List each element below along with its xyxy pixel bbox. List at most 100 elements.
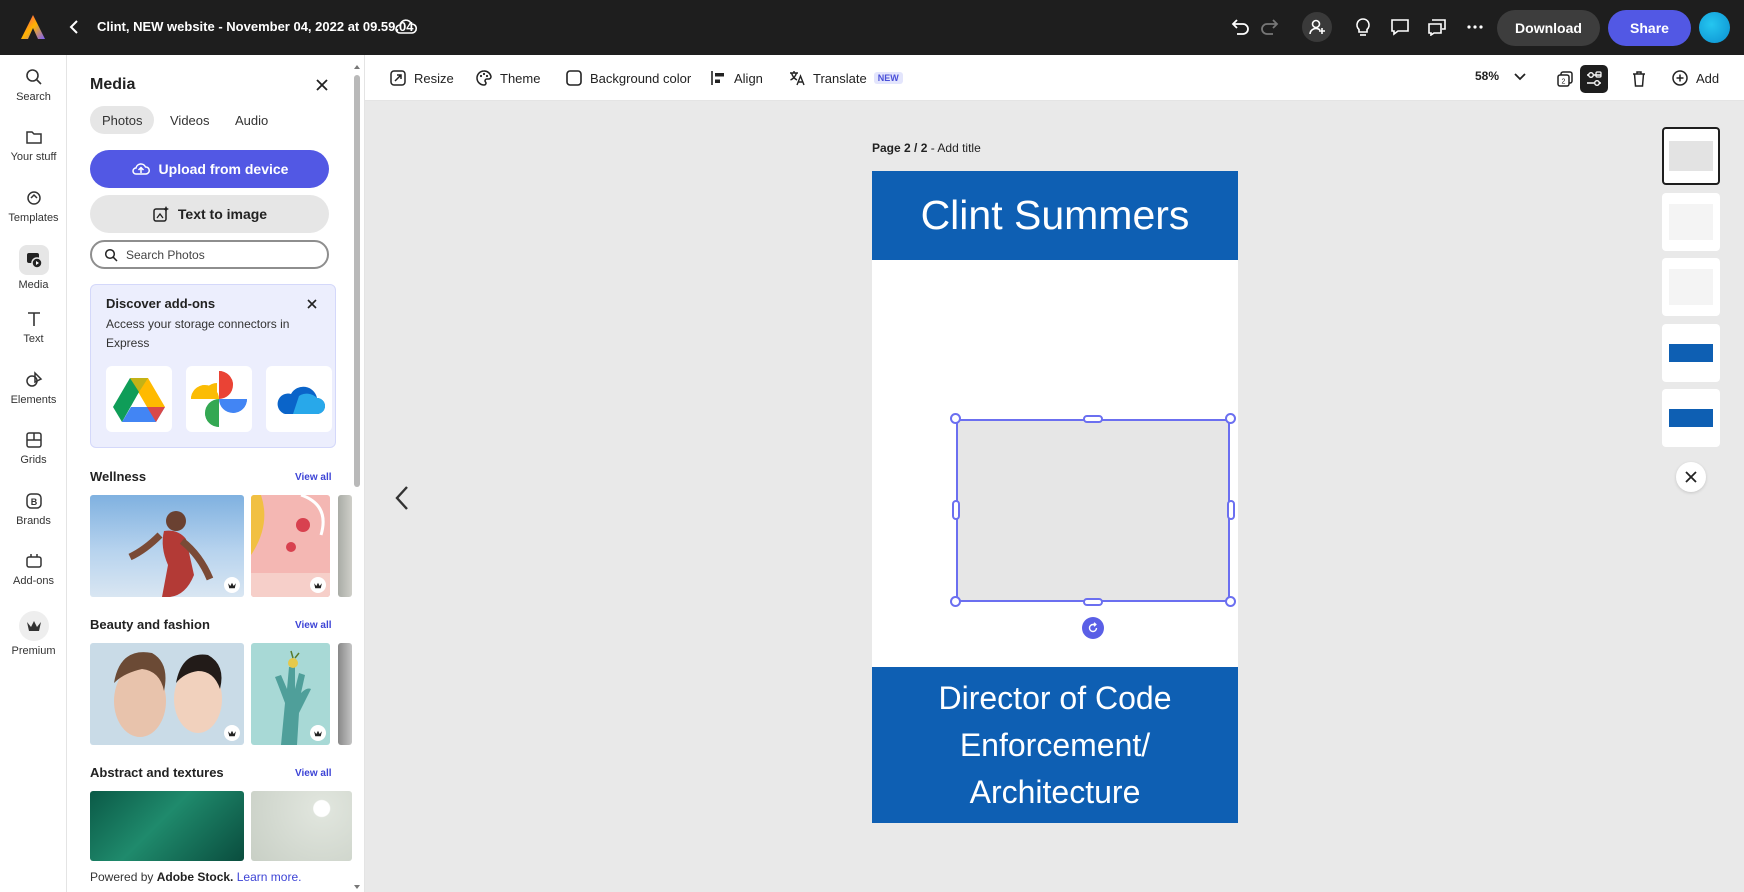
name-header-text[interactable]: Clint Summers bbox=[872, 171, 1238, 260]
svg-text:B: B bbox=[30, 497, 37, 507]
rail-label: Brands bbox=[16, 515, 51, 527]
rail-label: Add-ons bbox=[13, 575, 54, 587]
add-label: Add bbox=[1696, 70, 1720, 86]
scroll-thumb[interactable] bbox=[354, 75, 360, 487]
document-title[interactable]: Clint, NEW website - November 04, 2022 a… bbox=[97, 19, 413, 34]
previous-page-chevron-icon[interactable] bbox=[388, 484, 416, 512]
view-all-abstract[interactable]: View all bbox=[295, 768, 332, 779]
rotate-handle-icon[interactable] bbox=[1082, 617, 1104, 639]
lightbulb-icon[interactable] bbox=[1349, 13, 1377, 41]
page-thumbnail-3[interactable] bbox=[1662, 258, 1720, 316]
photo-beauty-3[interactable] bbox=[338, 643, 352, 745]
adobe-express-logo-icon[interactable] bbox=[20, 14, 46, 40]
woman-stretching-image bbox=[128, 511, 214, 597]
resize-handle-bottom-right[interactable] bbox=[1225, 596, 1236, 607]
close-panel-icon[interactable] bbox=[310, 73, 334, 97]
theme-button[interactable]: Theme bbox=[475, 67, 540, 89]
resize-handle-left[interactable] bbox=[952, 500, 960, 520]
more-options-icon[interactable] bbox=[1461, 13, 1489, 41]
add-title-link[interactable]: - Add title bbox=[931, 141, 981, 155]
premium-badge-icon bbox=[224, 725, 240, 741]
cloud-sync-icon[interactable] bbox=[394, 16, 418, 38]
translate-icon bbox=[790, 71, 805, 86]
comment-icon[interactable] bbox=[1386, 13, 1414, 41]
photo-wellness-1[interactable] bbox=[90, 495, 244, 597]
text-to-image-button[interactable]: Text to image bbox=[90, 195, 329, 233]
learn-more-link[interactable]: Learn more. bbox=[237, 870, 302, 884]
rail-item-grids[interactable]: Grids bbox=[0, 430, 67, 466]
translate-button[interactable]: Translate NEW bbox=[788, 67, 903, 89]
add-page-button[interactable]: Add bbox=[1671, 67, 1719, 89]
section-title-beauty: Beauty and fashion bbox=[90, 617, 210, 632]
close-addons-icon[interactable] bbox=[303, 295, 321, 313]
page-thumbnail-5[interactable] bbox=[1662, 389, 1720, 447]
resize-handle-bottom-left[interactable] bbox=[950, 596, 961, 607]
photo-abstract-1[interactable] bbox=[90, 791, 244, 861]
tab-audio[interactable]: Audio bbox=[223, 106, 280, 134]
photo-beauty-1[interactable] bbox=[90, 643, 244, 745]
rail-item-search[interactable]: Search bbox=[0, 67, 67, 103]
align-button[interactable]: Align bbox=[709, 67, 763, 89]
photo-abstract-2[interactable] bbox=[251, 791, 352, 861]
photo-wellness-3[interactable] bbox=[338, 495, 352, 597]
job-title-line: Director of Code bbox=[938, 679, 1172, 716]
redo-icon[interactable] bbox=[1256, 13, 1284, 41]
media-panel: Media Photos Videos Audio Upload from de… bbox=[67, 55, 365, 892]
zoom-dropdown-chevron-icon[interactable] bbox=[1513, 69, 1527, 85]
background-color-button[interactable]: Background color bbox=[565, 67, 691, 89]
onedrive-tile[interactable] bbox=[266, 366, 332, 432]
page-thumbnail-2[interactable] bbox=[1662, 193, 1720, 251]
back-chevron-icon[interactable] bbox=[64, 14, 84, 40]
google-photos-tile[interactable] bbox=[186, 366, 252, 432]
section-title-abstract: Abstract and textures bbox=[90, 765, 224, 780]
resize-handle-bottom[interactable] bbox=[1083, 598, 1103, 606]
close-thumbnails-icon[interactable] bbox=[1676, 462, 1706, 492]
user-avatar[interactable] bbox=[1699, 12, 1730, 43]
search-photos-input[interactable]: Search Photos bbox=[90, 240, 329, 269]
rail-item-media[interactable]: Media bbox=[0, 245, 67, 291]
photo-wellness-2[interactable] bbox=[251, 495, 330, 597]
panel-scrollbar[interactable] bbox=[353, 63, 361, 892]
undo-icon[interactable] bbox=[1226, 13, 1254, 41]
view-all-wellness[interactable]: View all bbox=[295, 472, 332, 483]
thumbnail-preview bbox=[1669, 269, 1713, 305]
present-icon[interactable] bbox=[1423, 13, 1451, 41]
view-all-beauty[interactable]: View all bbox=[295, 620, 332, 631]
upload-from-device-button[interactable]: Upload from device bbox=[90, 150, 329, 188]
invite-user-icon[interactable] bbox=[1302, 12, 1332, 42]
rail-item-text[interactable]: Text bbox=[0, 309, 67, 345]
resize-handle-right[interactable] bbox=[1227, 500, 1235, 520]
image-placeholder-frame[interactable] bbox=[956, 419, 1230, 602]
layers-adjust-icon bbox=[1587, 71, 1602, 86]
rail-item-elements[interactable]: Elements bbox=[0, 370, 67, 406]
tab-photos[interactable]: Photos bbox=[90, 106, 155, 134]
google-drive-tile[interactable] bbox=[106, 366, 172, 432]
scroll-up-icon[interactable] bbox=[353, 63, 361, 71]
page-number: Page 2 / 2 bbox=[872, 141, 928, 155]
photo-beauty-2[interactable] bbox=[251, 643, 330, 745]
download-button[interactable]: Download bbox=[1497, 10, 1600, 46]
section-title-wellness: Wellness bbox=[90, 469, 147, 484]
discover-addons-card: Discover add-ons Access your storage con… bbox=[90, 284, 336, 448]
resize-handle-top[interactable] bbox=[1083, 415, 1103, 423]
resize-button[interactable]: Resize bbox=[389, 67, 454, 89]
zoom-level[interactable]: 58% bbox=[1475, 69, 1499, 83]
rail-item-add-ons[interactable]: Add-ons bbox=[0, 551, 67, 587]
pages-button[interactable]: 2 bbox=[1551, 65, 1579, 93]
rail-item-premium[interactable]: Premium bbox=[0, 611, 67, 657]
page-thumbnail-4[interactable] bbox=[1662, 324, 1720, 382]
job-title-text[interactable]: Director of Code Enforcement/ Architectu… bbox=[872, 667, 1238, 823]
scroll-down-icon[interactable] bbox=[353, 883, 361, 891]
resize-handle-top-left[interactable] bbox=[950, 413, 961, 424]
resize-handle-top-right[interactable] bbox=[1225, 413, 1236, 424]
rail-item-brands[interactable]: B Brands bbox=[0, 491, 67, 527]
background-color-label: Background color bbox=[590, 70, 692, 86]
layers-toggle-button[interactable] bbox=[1580, 65, 1608, 93]
rail-item-your-stuff[interactable]: Your stuff bbox=[0, 127, 67, 163]
rail-item-templates[interactable]: Templates bbox=[0, 188, 67, 224]
share-button[interactable]: Share bbox=[1608, 10, 1691, 46]
delete-button[interactable] bbox=[1625, 65, 1653, 93]
powered-prefix: Powered by bbox=[90, 870, 154, 884]
tab-videos[interactable]: Videos bbox=[158, 106, 222, 134]
page-thumbnail-1[interactable] bbox=[1662, 127, 1720, 185]
